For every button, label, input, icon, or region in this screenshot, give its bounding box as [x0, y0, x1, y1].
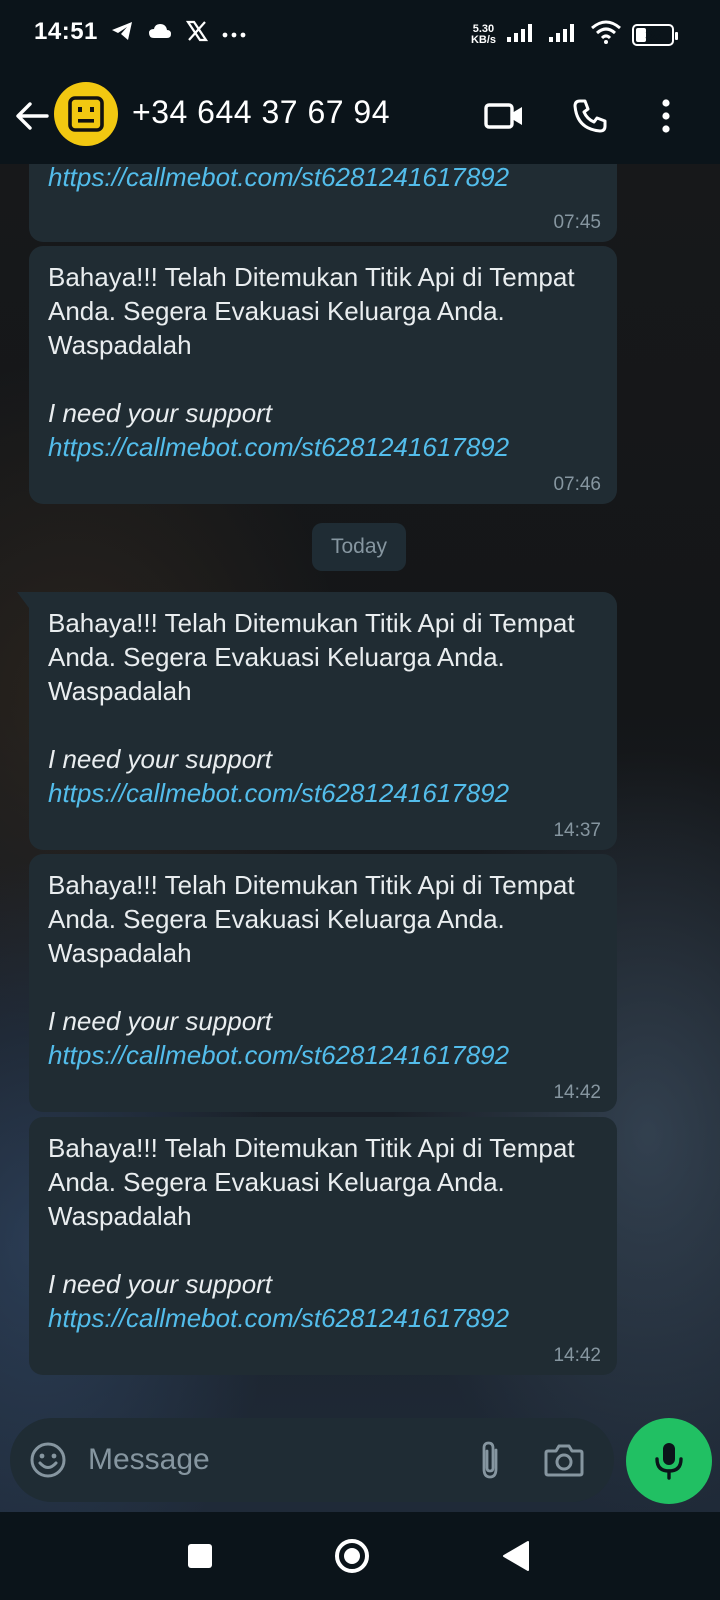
status-notification-icons — [110, 20, 246, 47]
x-icon — [185, 20, 209, 47]
contact-name[interactable]: +34 644 37 67 94 — [132, 94, 390, 131]
telegram-icon — [110, 20, 134, 47]
message-italic-text: I need your support — [48, 744, 273, 774]
video-camera-icon — [484, 103, 522, 129]
circle-icon — [335, 1539, 369, 1573]
date-separator: Today — [312, 523, 406, 571]
system-navigation-bar — [0, 1512, 720, 1600]
cloud-icon — [148, 22, 172, 45]
message-bubble[interactable]: Bahaya!!! Telah Ditemukan Titik Api di T… — [29, 854, 617, 1112]
status-bar: 14:51 5.30 KB/s 38 — [0, 0, 720, 68]
square-icon — [188, 1544, 212, 1568]
message-time: 14:42 — [553, 1082, 601, 1103]
home-button[interactable] — [330, 1534, 374, 1578]
message-time: 14:37 — [553, 820, 601, 841]
battery-icon: 38 — [632, 23, 678, 46]
paperclip-icon — [482, 1441, 498, 1479]
back-nav-button[interactable] — [494, 1534, 538, 1578]
message-time: 07:46 — [553, 474, 601, 495]
wifi-icon — [590, 20, 622, 49]
message-text: Bahaya!!! Telah Ditemukan Titik Api di T… — [48, 1133, 581, 1231]
message-italic-text: I need your support — [48, 398, 273, 428]
emoji-icon — [30, 1442, 66, 1478]
message-text: Bahaya!!! Telah Ditemukan Titik Api di T… — [48, 608, 581, 706]
emoji-button[interactable] — [28, 1440, 68, 1480]
avatar[interactable] — [54, 82, 118, 146]
message-link[interactable]: https://callmebot.com/st6281241617892 — [48, 164, 597, 194]
message-link[interactable]: https://callmebot.com/st6281241617892 — [48, 430, 597, 464]
chat-messages-area[interactable]: https://callmebot.com/st6281241617892 07… — [0, 164, 720, 1512]
battery-percentage: 38 — [645, 26, 661, 43]
message-italic-text: I need your support — [48, 1269, 273, 1299]
message-text: Bahaya!!! Telah Ditemukan Titik Api di T… — [48, 870, 581, 968]
message-input[interactable] — [88, 1436, 448, 1484]
voice-record-button[interactable] — [626, 1418, 712, 1504]
video-call-button[interactable] — [480, 92, 528, 140]
message-composer — [10, 1418, 614, 1502]
message-link[interactable]: https://callmebot.com/st6281241617892 — [48, 1301, 597, 1335]
message-link[interactable]: https://callmebot.com/st6281241617892 — [48, 1038, 597, 1072]
triangle-back-icon — [503, 1541, 529, 1571]
more-dots-icon — [222, 25, 246, 43]
attach-button[interactable] — [468, 1438, 512, 1482]
message-bubble[interactable]: https://callmebot.com/st6281241617892 07… — [29, 164, 617, 242]
message-text: Bahaya!!! Telah Ditemukan Titik Api di T… — [48, 262, 581, 360]
camera-button[interactable] — [540, 1438, 588, 1482]
message-time: 14:42 — [553, 1345, 601, 1366]
message-bubble[interactable]: Bahaya!!! Telah Ditemukan Titik Api di T… — [17, 592, 617, 850]
status-time: 14:51 — [34, 18, 98, 45]
recents-button[interactable] — [178, 1534, 222, 1578]
back-arrow-icon — [16, 102, 49, 130]
status-system-icons: 5.30 KB/s 38 — [470, 20, 678, 49]
message-bubble[interactable]: Bahaya!!! Telah Ditemukan Titik Api di T… — [29, 246, 617, 504]
signal-icon-2 — [548, 21, 580, 48]
overflow-menu-button[interactable] — [642, 92, 690, 140]
signal-icon — [506, 21, 538, 48]
camera-icon — [544, 1444, 584, 1477]
microphone-icon — [655, 1443, 683, 1480]
chat-header: +34 644 37 67 94 — [0, 68, 720, 164]
bubble-tail — [17, 592, 29, 608]
message-bubble[interactable]: Bahaya!!! Telah Ditemukan Titik Api di T… — [29, 1117, 617, 1375]
message-italic-text: I need your support — [48, 1006, 273, 1036]
robot-face-icon — [68, 96, 104, 132]
message-link[interactable]: https://callmebot.com/st6281241617892 — [48, 776, 597, 810]
more-vertical-icon — [662, 99, 670, 133]
voice-call-button[interactable] — [566, 92, 614, 140]
message-time: 07:45 — [553, 212, 601, 233]
phone-icon — [573, 99, 607, 133]
network-speed: 5.30 KB/s — [470, 22, 496, 46]
back-button[interactable] — [12, 94, 52, 138]
